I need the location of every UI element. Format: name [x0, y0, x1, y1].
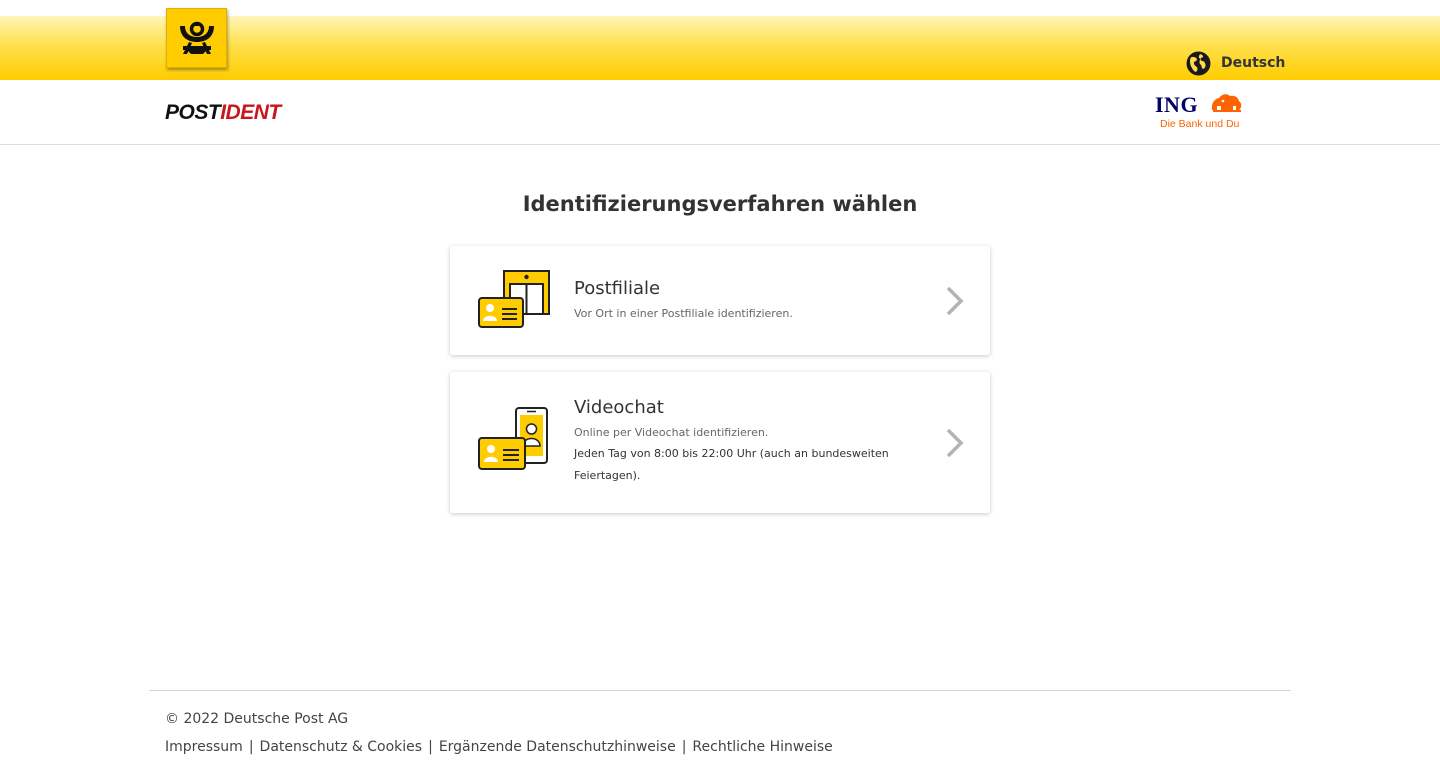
chevron-right-icon — [946, 428, 964, 458]
footer-link-datenschutz[interactable]: Datenschutz & Cookies — [260, 739, 423, 755]
postident-logo: POSTIDENT — [165, 101, 281, 125]
lion-icon — [1211, 94, 1242, 112]
globe-icon — [1186, 51, 1211, 75]
footer-divider — [149, 690, 1291, 691]
option-description: Vor Ort in einer Postfiliale identifizie… — [574, 307, 793, 320]
post-office-id-card-icon — [478, 270, 550, 328]
language-selector[interactable]: Deutsch — [1186, 50, 1285, 76]
option-hours: Jeden Tag von 8:00 bis 22:00 Uhr (auch a… — [574, 447, 889, 482]
postident-logo-part1: POST — [165, 101, 221, 124]
footer-links: Impressum | Datenschutz & Cookies | Ergänzen… — [165, 739, 833, 755]
ing-logo: ING Die Bank und Du — [1155, 90, 1245, 132]
deutsche-post-logo[interactable] — [166, 8, 227, 68]
option-card-postfiliale[interactable]: Postfiliale Vor Ort in einer Postfiliale… — [450, 246, 990, 355]
footer-link-rechtliche-hinweise[interactable]: Rechtliche Hinweise — [692, 739, 832, 755]
chevron-right-icon — [946, 286, 964, 316]
option-description: Online per Videochat identifizieren. — [574, 426, 769, 439]
footer-separator: | — [248, 739, 254, 755]
footer-separator: | — [428, 739, 433, 755]
option-card-videochat[interactable]: Videochat Online per Videochat identifiz… — [450, 372, 990, 513]
page-title: Identifizierungsverfahren wählen — [522, 192, 918, 216]
footer-separator: | — [681, 739, 687, 755]
brand-bar: POSTIDENT ING Die Bank und Du — [0, 80, 1440, 145]
posthorn-icon — [179, 21, 214, 54]
copyright: © 2022 Deutsche Post AG — [165, 711, 349, 727]
ing-tagline: Die Bank und Du — [1160, 118, 1240, 130]
footer-link-datenschutzhinweise[interactable]: Ergänzende Datenschutzhinweise — [439, 739, 676, 755]
postident-logo-part2: IDENT — [220, 101, 281, 124]
language-label: Deutsch — [1221, 55, 1286, 71]
option-title: Videochat — [574, 397, 664, 418]
footer-link-impressum[interactable]: Impressum — [165, 739, 243, 755]
smartphone-id-card-icon — [478, 407, 548, 470]
ing-wordmark: ING — [1155, 92, 1199, 117]
option-title: Postfiliale — [574, 278, 661, 299]
